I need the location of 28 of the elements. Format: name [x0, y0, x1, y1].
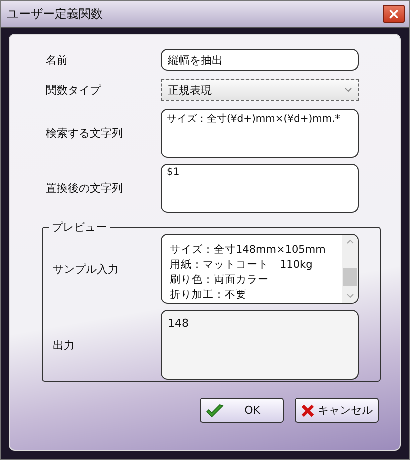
output-area: 148 [161, 310, 359, 380]
scroll-down-icon[interactable] [346, 294, 354, 298]
dropdown[interactable]: 正規表現 [161, 79, 359, 101]
group-title: プレビュー [49, 220, 110, 235]
sample-text-area[interactable]: サイズ：全寸148mm×105mm 用紙：マットコート 110kg 刷り色：両面カラー 折り加工：不要 [161, 234, 359, 304]
text-line: 折り加工：不要 [170, 288, 248, 303]
scroll-thumb[interactable] [343, 268, 357, 286]
cancel-button[interactable]: キャンセル [295, 398, 379, 423]
ok-button[interactable]: OK [200, 398, 284, 423]
field-label: 関数タイプ [46, 82, 102, 98]
field-label: 置換後の文字列 [46, 181, 124, 196]
field-label: 検索する文字列 [46, 126, 124, 141]
text-area[interactable]: サイズ：全寸(¥d+)mm×(¥d+)mm.* [161, 109, 359, 158]
cross-icon [301, 404, 315, 418]
text-area[interactable]: $1 [161, 164, 359, 213]
field-label: 名前 [46, 52, 69, 68]
scrollbar[interactable] [342, 235, 358, 303]
text-line: サイズ：全寸148mm×105mm [170, 243, 327, 258]
text-line: 刷り色：両面カラー [170, 273, 270, 288]
chevron-icon [345, 88, 352, 92]
input-field[interactable]: 縦幅を抽出 [161, 49, 359, 71]
field-label: サンプル入力 [53, 262, 120, 276]
scroll-up-icon[interactable] [346, 240, 354, 244]
text-line: 用紙：マットコート 110kg [170, 258, 314, 273]
field-label: 出力 [53, 338, 76, 352]
close-button[interactable]: × [383, 5, 405, 23]
checkmark-icon [206, 404, 224, 418]
window-title: ユーザー定義関数 [7, 6, 103, 22]
